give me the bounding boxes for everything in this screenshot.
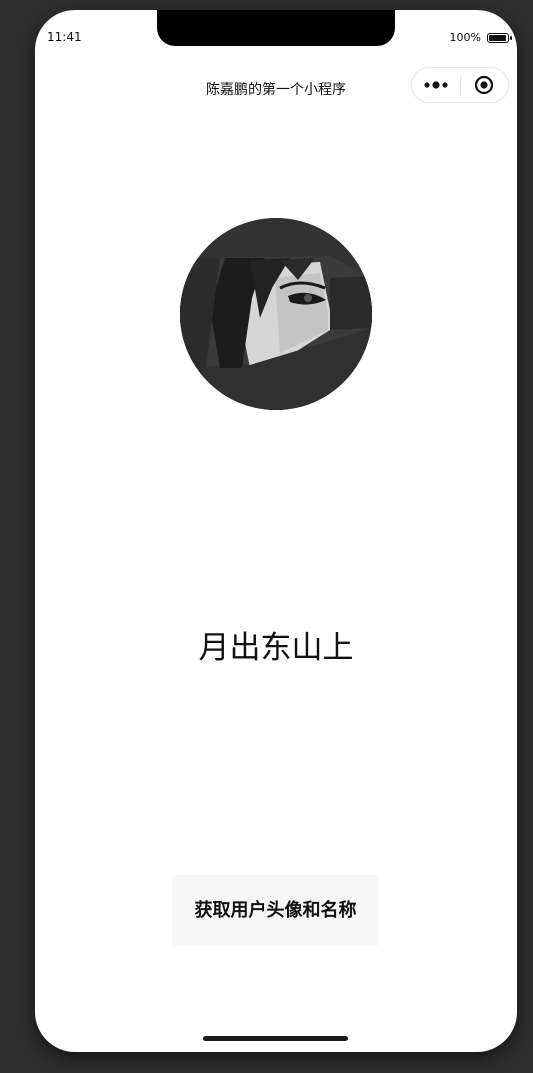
battery-level-fill [489,34,506,41]
target-circle-icon [475,75,494,95]
more-button[interactable] [412,68,460,102]
mini-program-capsule [411,67,509,103]
battery-percent: 100% [449,31,481,44]
phone-screen: 11:41 100% 陈嘉鹏的第一个小程序 月出东山上 获取用户头像和名称 [35,10,517,1052]
status-indicators: 100% [449,31,512,44]
more-dots-icon [424,81,448,89]
home-indicator[interactable] [203,1036,348,1041]
close-button[interactable] [461,68,509,102]
status-time: 11:41 [47,30,82,44]
device-notch [157,10,395,46]
get-user-profile-button[interactable]: 获取用户头像和名称 [172,875,379,946]
user-nickname: 月出东山上 [198,630,354,665]
battery-icon [487,32,512,43]
avatar-image [180,218,372,410]
user-avatar [180,218,372,410]
